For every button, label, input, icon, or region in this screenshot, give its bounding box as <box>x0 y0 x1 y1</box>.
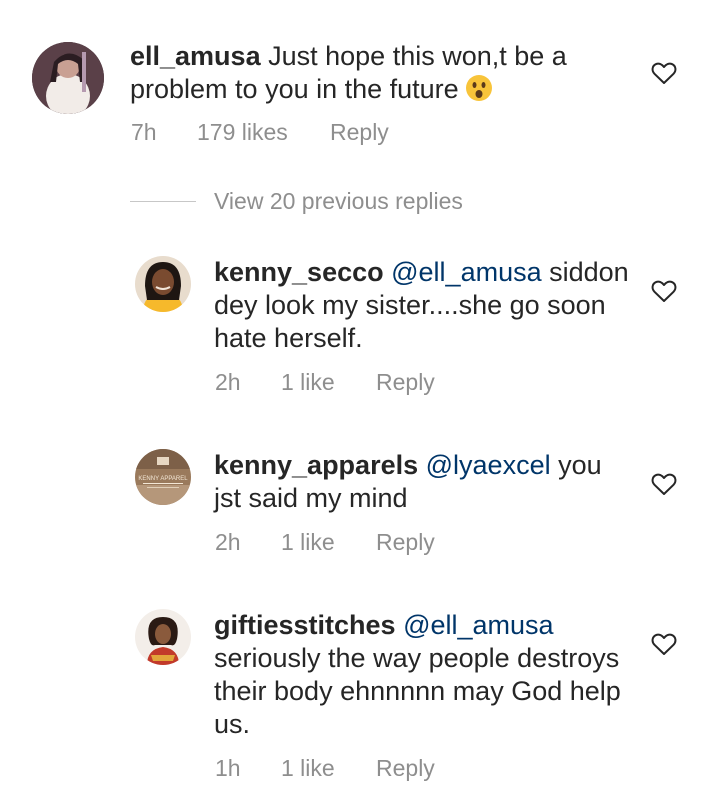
reply-button[interactable]: Reply <box>376 755 435 782</box>
comment-body: seriously the way people destroys their … <box>214 643 621 739</box>
heart-outline-icon[interactable] <box>651 472 677 496</box>
heart-outline-icon[interactable] <box>651 632 677 656</box>
brand-logo-text: KENNY APPAREL <box>138 476 188 482</box>
comment-username[interactable]: kenny_apparels <box>214 450 418 480</box>
reply-button[interactable]: Reply <box>330 119 389 146</box>
comment-username[interactable]: kenny_secco <box>214 257 384 287</box>
avatar[interactable] <box>135 256 191 312</box>
heart-outline-icon[interactable] <box>651 279 677 303</box>
comment-text: giftiesstitches @ell_amusa seriously the… <box>214 609 634 741</box>
comment-username[interactable]: giftiesstitches <box>214 610 396 640</box>
comment-likes[interactable]: 179 likes <box>197 119 330 146</box>
view-previous-replies[interactable]: View 20 previous replies <box>130 186 463 216</box>
comment-text: kenny_secco @ell_amusa siddon dey look m… <box>214 256 634 355</box>
reply-button[interactable]: Reply <box>376 369 435 396</box>
view-replies-label[interactable]: View 20 previous replies <box>214 188 463 215</box>
comment-text: ell_amusa Just hope this won,t be a prob… <box>130 40 630 106</box>
comment-time: 7h <box>131 119 157 145</box>
mention-link[interactable]: @ell_amusa <box>403 610 553 640</box>
comment-time: 2h <box>215 369 241 395</box>
comment-likes[interactable]: 1 like <box>281 529 376 556</box>
comment-meta: 2h 1 like Reply <box>215 369 435 396</box>
comment-likes[interactable]: 1 like <box>281 369 376 396</box>
comment-username[interactable]: ell_amusa <box>130 41 261 71</box>
avatar[interactable] <box>135 609 191 665</box>
avatar[interactable]: KENNY APPAREL <box>135 449 191 505</box>
astonished-face-emoji <box>465 74 493 102</box>
comment-meta: 2h 1 like Reply <box>215 529 435 556</box>
mention-link[interactable]: @ell_amusa <box>391 257 541 287</box>
divider-line <box>130 200 196 202</box>
heart-outline-icon[interactable] <box>651 61 677 85</box>
comment-meta: 7h 179 likes Reply <box>131 119 389 146</box>
comment-text: kenny_apparels @lyaexcel you jst said my… <box>214 449 634 515</box>
reply-button[interactable]: Reply <box>376 529 435 556</box>
avatar[interactable] <box>32 42 104 114</box>
comment-likes[interactable]: 1 like <box>281 755 376 782</box>
comment-meta: 1h 1 like Reply <box>215 755 435 782</box>
mention-link[interactable]: @lyaexcel <box>426 450 551 480</box>
comment-time: 2h <box>215 529 241 555</box>
comment-time: 1h <box>215 755 241 781</box>
